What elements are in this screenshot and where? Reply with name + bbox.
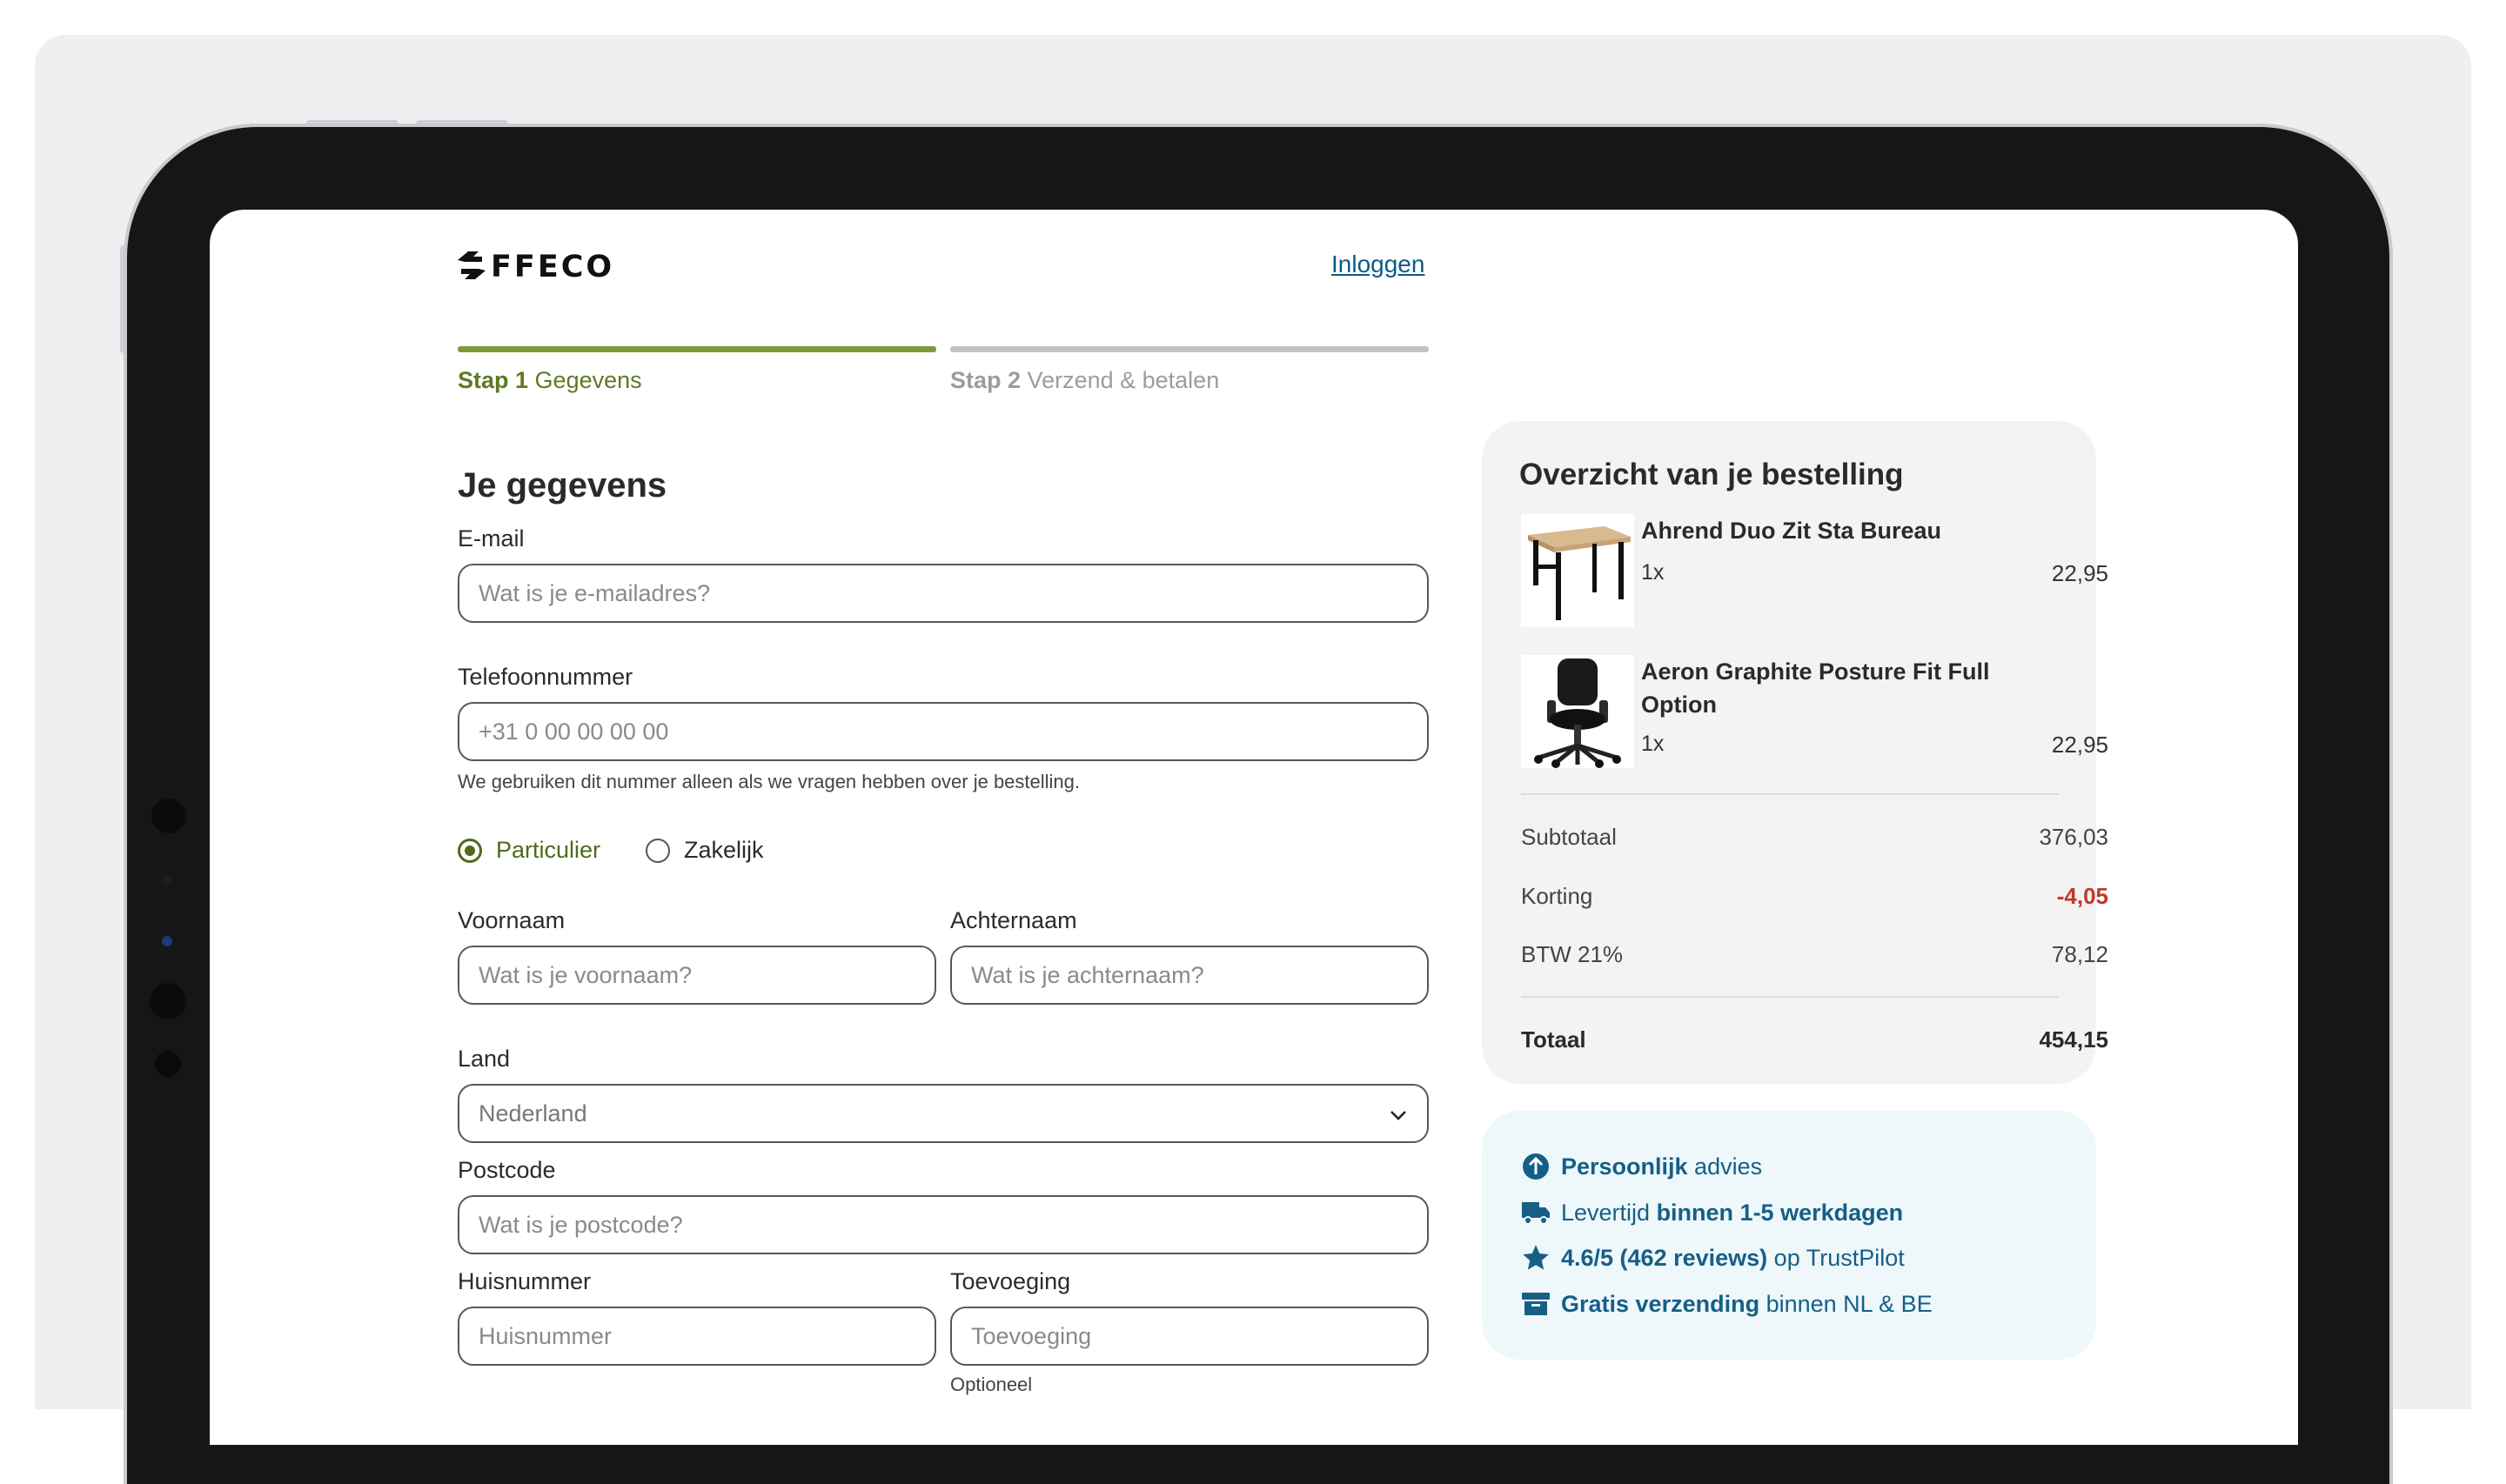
order-summary-title: Overzicht van je bestelling	[1519, 458, 1904, 491]
subtotal-label: Subtotaal	[1521, 824, 1617, 850]
addition-help-text: Optioneel	[950, 1374, 1033, 1395]
benefit-delivery: Levertijd binnen 1-5 werkdagen	[1521, 1198, 1903, 1227]
last-name-field[interactable]	[950, 946, 1429, 1005]
phone-label: Telefoonnummer	[458, 664, 633, 690]
product-qty: 1x	[1641, 732, 1665, 756]
total-value: 454,15	[2039, 1026, 2108, 1053]
subtotal-value: 376,03	[2039, 824, 2108, 850]
postcode-input[interactable]	[479, 1211, 1408, 1239]
house-number-input[interactable]	[479, 1322, 915, 1350]
camera-lens	[151, 799, 186, 833]
star-icon	[1521, 1243, 1551, 1273]
phone-field[interactable]	[458, 702, 1429, 761]
login-link[interactable]: Inloggen	[1331, 251, 1424, 278]
truck-icon	[1521, 1198, 1551, 1227]
radio-checked-icon	[458, 838, 482, 863]
house-number-field[interactable]	[458, 1307, 936, 1366]
radio-particulier[interactable]: Particulier	[458, 837, 600, 864]
email-input[interactable]	[479, 579, 1408, 607]
screen: FFECO Inloggen Stap 1 Gegevens Stap 2 Ve…	[210, 210, 2298, 1445]
country-value: Nederland	[479, 1100, 587, 1126]
first-name-field[interactable]	[458, 946, 936, 1005]
vat-value: 78,12	[2051, 941, 2108, 967]
ffeco-logo[interactable]: FFECO	[456, 250, 639, 284]
first-name-input[interactable]	[479, 961, 915, 989]
product-price: 22,95	[2051, 560, 2108, 586]
benefit-reviews: 4.6/5 (462 reviews) op TrustPilot	[1521, 1243, 1905, 1273]
step-1-label[interactable]: Stap 1 Gegevens	[458, 367, 642, 394]
step-2-progress	[950, 346, 1429, 352]
addition-field[interactable]	[950, 1307, 1429, 1366]
summary-divider	[1521, 793, 2059, 795]
addition-input[interactable]	[971, 1322, 1408, 1350]
sensor	[162, 875, 172, 886]
microphone	[155, 1051, 181, 1077]
radio-zakelijk[interactable]: Zakelijk	[646, 837, 764, 864]
postcode-field[interactable]	[458, 1195, 1429, 1254]
box-icon	[1521, 1289, 1551, 1319]
country-label: Land	[458, 1046, 511, 1072]
email-label: E-mail	[458, 525, 525, 551]
discount-label: Korting	[1521, 883, 1593, 909]
phone-help-text: We gebruiken dit nummer alleen als we vr…	[458, 771, 1081, 792]
camera-indicator	[162, 936, 172, 946]
addition-label: Toevoeging	[950, 1268, 1071, 1294]
product-name: Aeron Graphite Posture Fit Full Option	[1641, 658, 1990, 718]
total-label: Totaal	[1521, 1026, 1586, 1053]
benefit-shipping: Gratis verzending binnen NL & BE	[1521, 1289, 1933, 1319]
form-title: Je gegevens	[458, 466, 667, 505]
benefit-advice: Persoonlijk advies	[1521, 1152, 1762, 1181]
step-1-progress	[458, 346, 936, 352]
benefits-card	[1482, 1111, 2096, 1360]
product-name: Ahrend Duo Zit Sta Bureau	[1641, 518, 1942, 544]
product-image-desk	[1521, 514, 1634, 627]
chevron-down-icon	[1389, 1100, 1408, 1127]
svg-text:FFECO: FFECO	[491, 250, 614, 281]
device-volume-button	[416, 120, 508, 127]
camera-lens	[150, 983, 186, 1019]
house-number-label: Huisnummer	[458, 1268, 592, 1294]
country-select[interactable]: Nederland	[458, 1084, 1429, 1143]
device-volume-button	[306, 120, 399, 127]
last-name-label: Achternaam	[950, 907, 1077, 933]
radio-unchecked-icon	[646, 838, 670, 863]
product-price: 22,95	[2051, 732, 2108, 758]
product-qty: 1x	[1641, 560, 1665, 585]
product-image-chair	[1521, 655, 1634, 768]
email-field[interactable]	[458, 564, 1429, 623]
vat-label: BTW 21%	[1521, 941, 1624, 967]
device-power-button	[120, 245, 127, 353]
step-2-label[interactable]: Stap 2 Verzend & betalen	[950, 367, 1219, 394]
postcode-label: Postcode	[458, 1157, 556, 1183]
summary-divider	[1521, 996, 2059, 998]
advice-icon	[1521, 1152, 1551, 1181]
first-name-label: Voornaam	[458, 907, 566, 933]
last-name-input[interactable]	[971, 961, 1408, 989]
discount-value: -4,05	[2056, 883, 2108, 909]
phone-input[interactable]	[479, 718, 1408, 745]
